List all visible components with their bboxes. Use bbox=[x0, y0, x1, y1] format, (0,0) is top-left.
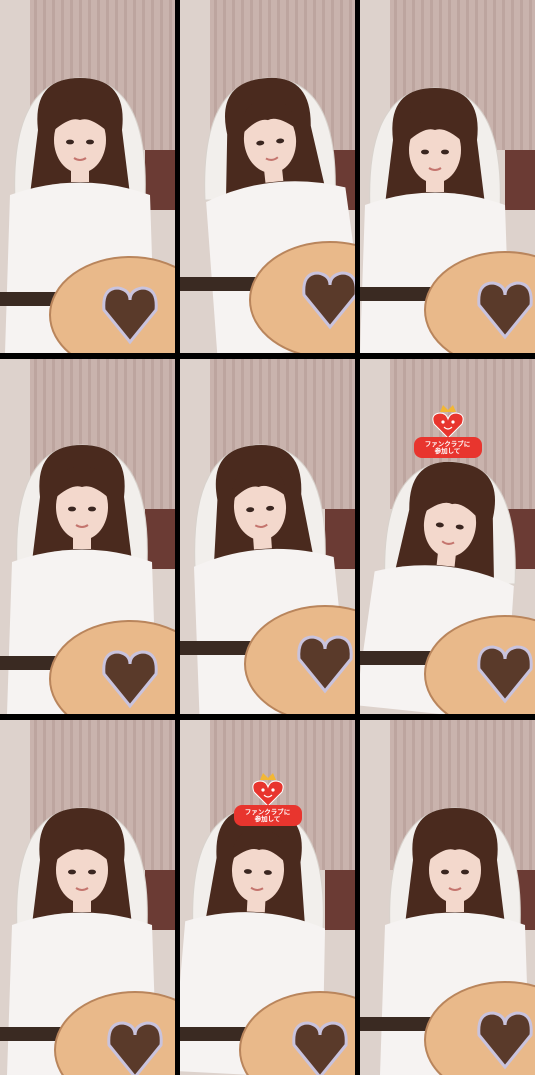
mascot-eye-icon bbox=[260, 788, 265, 792]
heart-mascot-icon bbox=[431, 412, 464, 439]
crown-icon bbox=[259, 773, 276, 780]
video-frame-6: ファンクラブに 参加して bbox=[360, 359, 535, 714]
sofa bbox=[145, 509, 175, 569]
scene bbox=[360, 720, 535, 1075]
scene bbox=[0, 720, 175, 1075]
crown-icon bbox=[439, 405, 456, 412]
mascot-eye-icon bbox=[450, 420, 455, 424]
right-eye bbox=[441, 149, 449, 155]
right-eye bbox=[88, 506, 96, 512]
heart-mascot-icon bbox=[251, 780, 284, 807]
fanclub-join-badge[interactable]: ファンクラブに 参加して bbox=[232, 770, 304, 828]
video-frame-2 bbox=[180, 0, 355, 353]
fanclub-join-label: ファンクラブに 参加して bbox=[424, 439, 471, 455]
left-eye bbox=[66, 139, 74, 145]
video-frame-3 bbox=[360, 0, 535, 353]
video-frame-7 bbox=[0, 720, 175, 1075]
scene bbox=[360, 0, 535, 353]
right-eye bbox=[461, 869, 469, 875]
video-frame-4 bbox=[0, 359, 175, 714]
left-eye bbox=[68, 506, 76, 512]
sofa bbox=[325, 870, 355, 930]
right-eye bbox=[88, 869, 96, 875]
left-eye bbox=[68, 869, 76, 875]
video-frame-5 bbox=[180, 359, 355, 714]
mascot-eye-icon bbox=[270, 788, 275, 792]
left-eye bbox=[441, 869, 449, 875]
scene bbox=[180, 0, 355, 353]
sofa bbox=[505, 150, 535, 210]
mascot-eye-icon bbox=[440, 420, 445, 424]
scene bbox=[0, 359, 175, 714]
fanclub-join-badge[interactable]: ファンクラブに 参加して bbox=[412, 402, 484, 460]
video-grid: ファンクラブに 参加して ファンクラブに 参加して bbox=[0, 0, 535, 1075]
left-eye bbox=[421, 149, 429, 155]
sofa bbox=[145, 870, 175, 930]
right-eye bbox=[86, 139, 94, 145]
scene bbox=[180, 359, 355, 714]
video-frame-8: ファンクラブに 参加して bbox=[180, 720, 355, 1075]
scene bbox=[0, 0, 175, 353]
video-frame-9 bbox=[360, 720, 535, 1075]
fanclub-join-label: ファンクラブに 参加して bbox=[244, 807, 291, 823]
video-frame-1 bbox=[0, 0, 175, 353]
